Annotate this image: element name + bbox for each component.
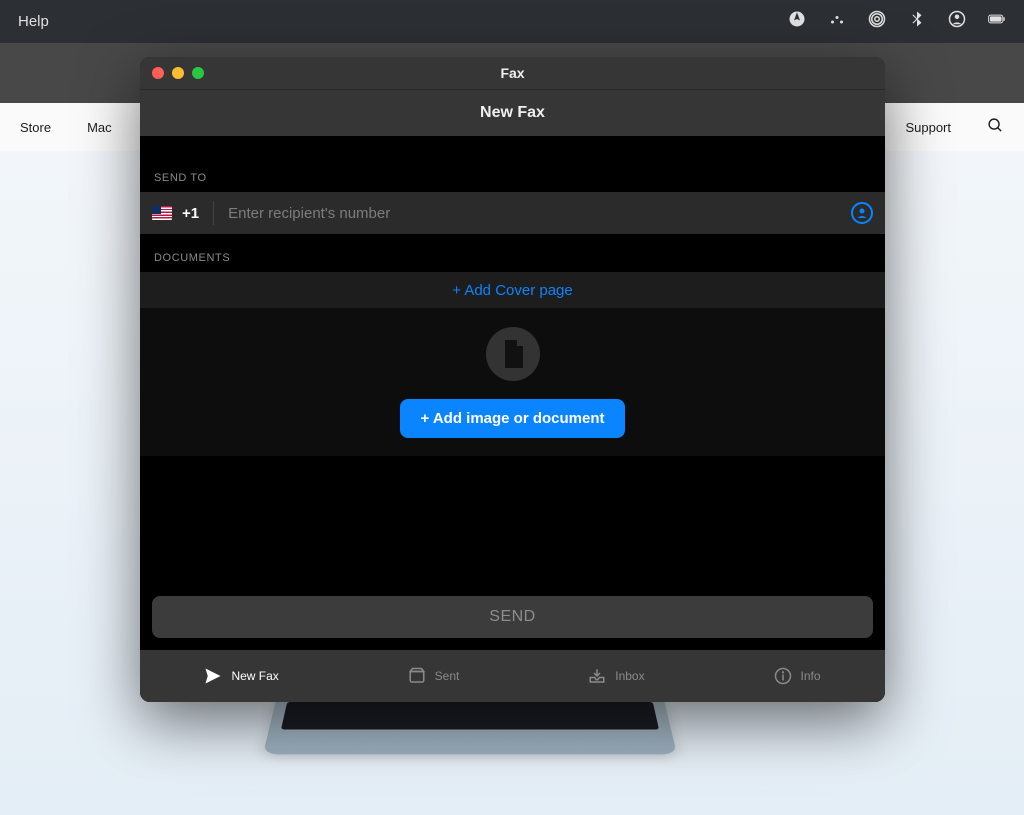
maximize-button[interactable] [192,67,204,79]
window-titlebar[interactable]: Fax [140,57,885,89]
tab-info[interactable]: Info [774,667,821,685]
recipient-row: +1 [140,192,885,234]
document-icon [486,327,540,381]
macos-menubar: Help [0,0,1024,43]
country-code[interactable]: +1 [182,205,199,222]
tab-label: Sent [435,669,460,683]
user-icon[interactable] [948,10,966,33]
apple-nav-mac[interactable]: Mac [87,120,112,135]
recipient-input[interactable] [228,205,841,222]
minimize-button[interactable] [172,67,184,79]
battery-icon[interactable] [988,10,1006,33]
tab-inbox[interactable]: Inbox [588,667,644,685]
window-title: Fax [140,65,885,81]
close-button[interactable] [152,67,164,79]
apple-nav-support[interactable]: Support [905,120,951,135]
contacts-icon[interactable] [851,202,873,224]
tab-label: Inbox [615,669,644,683]
add-cover-page-link[interactable]: + Add Cover page [140,272,885,308]
tab-label: Info [801,669,821,683]
country-flag-icon[interactable] [152,206,172,220]
send-to-label: SEND TO [140,136,885,192]
bluetooth-icon[interactable] [908,10,926,33]
page-title: New Fax [140,89,885,136]
location-icon[interactable] [788,10,806,33]
spacer [140,456,885,596]
tab-new-fax[interactable]: New Fax [204,667,278,685]
add-document-button[interactable]: + Add image or document [400,399,624,438]
documents-label: DOCUMENTS [140,234,885,272]
send-button[interactable]: SEND [152,596,873,638]
divider [213,201,214,225]
document-drop-area[interactable]: + Add image or document [140,308,885,456]
airdrop-icon[interactable] [868,10,886,33]
apple-nav-store[interactable]: Store [20,120,51,135]
search-icon[interactable] [987,117,1004,137]
fax-app-window: Fax New Fax SEND TO +1 DOCUMENTS + Add C… [140,57,885,702]
bottom-tabbar: New Fax Sent Inbox Info [140,650,885,702]
tab-sent[interactable]: Sent [408,667,460,685]
tab-label: New Fax [231,669,278,683]
dots-icon[interactable] [828,10,846,33]
menu-help[interactable]: Help [18,13,49,30]
